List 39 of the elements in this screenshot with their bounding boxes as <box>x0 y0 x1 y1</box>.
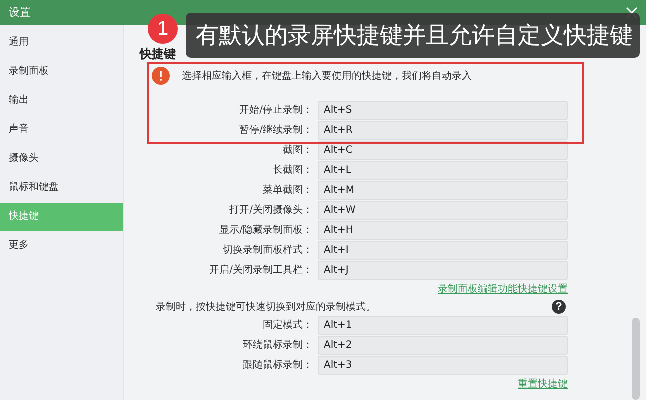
help-icon[interactable]: ? <box>552 300 566 314</box>
sidebar-item[interactable]: 鼠标和键盘 <box>0 174 123 202</box>
step-badge: 1 <box>148 14 178 44</box>
shortcut-field[interactable]: Alt+I <box>318 241 568 260</box>
warning-icon <box>152 67 170 85</box>
shortcut-field[interactable]: Alt+3 <box>318 356 568 375</box>
shortcut-label: 环绕鼠标录制： <box>242 338 313 353</box>
shortcut-label: 打开/关闭摄像头： <box>228 204 313 218</box>
shortcut-label: 跟随鼠标录制： <box>242 358 313 373</box>
shortcut-label: 切换录制面板样式： <box>222 244 313 258</box>
shortcut-field[interactable]: Alt+L <box>318 161 568 180</box>
sidebar-item[interactable]: 更多 <box>0 232 123 260</box>
shortcut-label: 截图： <box>282 144 313 158</box>
callout-text: 有默认的录屏快捷键并且允许自定义快捷键 <box>196 22 633 51</box>
shortcut-label: 开始/停止录制： <box>238 104 313 118</box>
mode-note: 录制时，按快捷键可快速切换到对应的录制模式。 <box>156 300 376 314</box>
sidebar-item[interactable]: 声音 <box>0 116 123 144</box>
shortcut-field[interactable]: Alt+S <box>318 101 568 120</box>
window-title: 设置 <box>9 5 31 20</box>
shortcut-label: 开启/关闭录制工具栏： <box>208 264 313 278</box>
shortcut-field[interactable]: Alt+H <box>318 221 568 240</box>
scrollbar-thumb[interactable] <box>632 318 640 400</box>
sidebar-item[interactable]: 录制面板 <box>0 58 123 86</box>
sidebar-item[interactable]: 通用 <box>0 29 123 57</box>
shortcut-field[interactable]: Alt+1 <box>318 316 568 335</box>
shortcut-field[interactable]: Alt+W <box>318 201 568 220</box>
shortcut-field[interactable]: Alt+M <box>318 181 568 200</box>
shortcut-field[interactable]: Alt+R <box>318 121 568 140</box>
shortcut-label: 暂停/继续录制： <box>238 124 313 138</box>
notice-text: 选择相应输入框，在键盘上输入要使用的快捷键，我们将自动录入 <box>182 70 472 83</box>
shortcut-field[interactable]: Alt+2 <box>318 336 568 355</box>
sidebar-item[interactable]: 摄像头 <box>0 145 123 173</box>
section-heading: 快捷键 <box>140 46 177 63</box>
shortcut-label: 显示/隐藏录制面板： <box>218 224 313 238</box>
sidebar-item[interactable]: 输出 <box>0 87 123 115</box>
shortcut-field[interactable]: Alt+J <box>318 261 568 280</box>
shortcut-label: 固定模式： <box>262 318 313 333</box>
shortcut-label: 菜单截图： <box>262 184 313 198</box>
shortcut-label: 长截图： <box>272 164 313 178</box>
